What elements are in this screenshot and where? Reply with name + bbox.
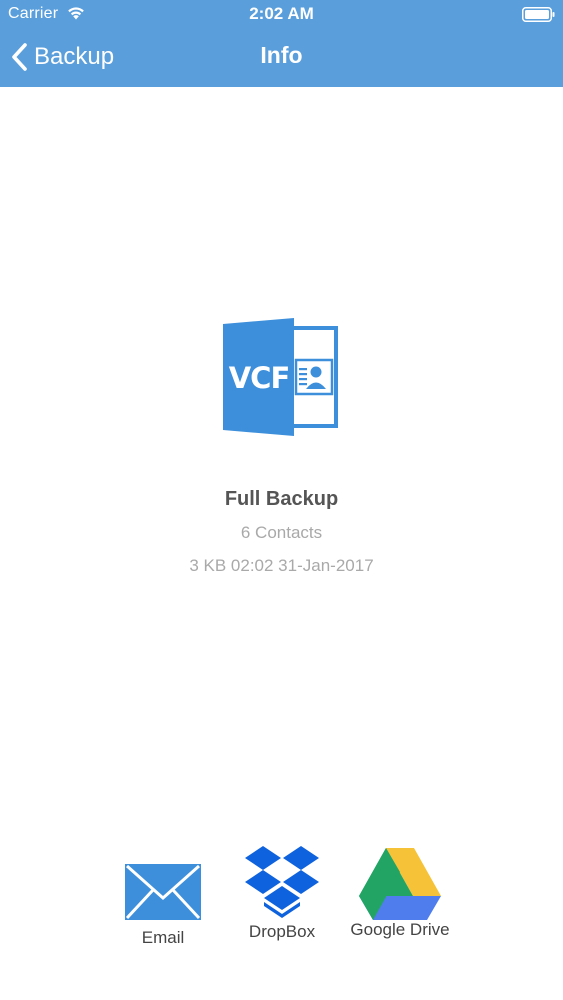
vcf-icon-text: VCF (228, 361, 291, 395)
status-time: 2:02 AM (249, 4, 314, 23)
email-label: Email (141, 928, 185, 947)
navigation-bar: Backup Info (0, 28, 563, 87)
dropbox-label: DropBox (248, 922, 316, 941)
page-title: Info (260, 42, 303, 68)
share-dropbox-button[interactable]: DropBox (232, 846, 332, 942)
status-bar: Carrier 2:02 AM (0, 0, 563, 28)
backup-contact-count: 6 Contacts (240, 523, 323, 542)
backup-name: Full Backup (224, 488, 339, 510)
share-email-button[interactable]: Email (118, 862, 208, 948)
top-bar: Carrier 2:02 AM Backup Info (0, 0, 563, 87)
share-google-drive-button[interactable]: Google Drive (340, 848, 460, 940)
google-drive-label: Google Drive (350, 920, 450, 939)
dropbox-icon (245, 846, 319, 918)
backup-size-date: 3 KB 02:02 31-Jan-2017 (189, 556, 374, 575)
backup-info-screen: Carrier 2:02 AM Backup Info VCF Full Bac… (0, 0, 563, 1000)
google-drive-icon (359, 848, 441, 920)
battery-icon (522, 7, 555, 22)
email-icon (125, 864, 201, 920)
